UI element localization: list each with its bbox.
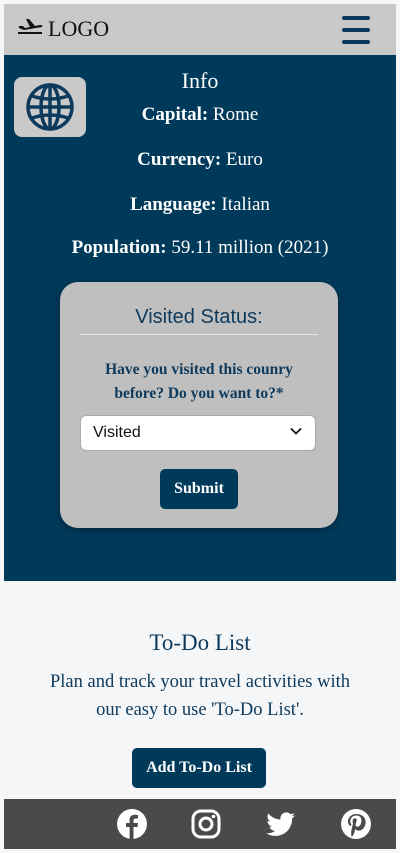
footer-bar <box>4 799 396 849</box>
fact-language: Language: Italian <box>4 194 396 216</box>
airplane-icon <box>16 16 44 42</box>
header-bar: LOGO <box>4 4 396 55</box>
todo-title: To-Do List <box>149 630 251 655</box>
page-frame: LOGO Info Capital: Rome Currency: Euro L… <box>4 4 396 849</box>
fact-value: Rome <box>212 104 259 125</box>
fact-value: Euro <box>225 149 263 170</box>
info-section: Info Capital: Rome Currency: Euro Langua… <box>4 55 396 581</box>
logo[interactable]: LOGO <box>16 16 110 42</box>
hamburger-line <box>342 28 370 32</box>
visited-question-label: Have you visited this counry before? Do … <box>105 361 293 402</box>
visited-status-card: Visited Status: Have you visited this co… <box>60 282 338 528</box>
hamburger-line <box>342 40 370 44</box>
divider <box>80 334 318 335</box>
twitter-icon[interactable] <box>265 808 297 840</box>
hamburger-line <box>342 16 370 20</box>
visited-status-title: Visited Status: <box>135 306 263 328</box>
chevron-down-icon <box>289 424 303 443</box>
fact-label: Population: <box>71 237 167 258</box>
add-todo-list-button[interactable]: Add To-Do List <box>132 748 266 788</box>
facebook-icon[interactable] <box>116 808 148 840</box>
fact-label: Currency: <box>137 149 222 170</box>
fact-value: Italian <box>221 194 270 215</box>
instagram-icon[interactable] <box>190 808 222 840</box>
todo-description: Plan and track your travel activities wi… <box>49 672 351 720</box>
fact-value: 59.11 million (2021) <box>171 237 329 258</box>
fact-label: Language: <box>130 194 217 215</box>
logo-text: LOGO <box>48 16 110 41</box>
fact-capital: Capital: Rome <box>4 104 396 126</box>
fact-currency: Currency: Euro <box>4 149 396 171</box>
info-title: Info <box>181 68 219 93</box>
fact-label: Capital: <box>141 104 209 125</box>
pinterest-icon[interactable] <box>340 808 372 840</box>
hamburger-menu-icon[interactable] <box>342 16 370 44</box>
select-value: Visited <box>93 424 141 441</box>
submit-button[interactable]: Submit <box>160 469 238 509</box>
fact-population: Population: 59.11 million (2021) <box>4 237 396 259</box>
visited-status-select[interactable]: Visited <box>80 415 316 451</box>
